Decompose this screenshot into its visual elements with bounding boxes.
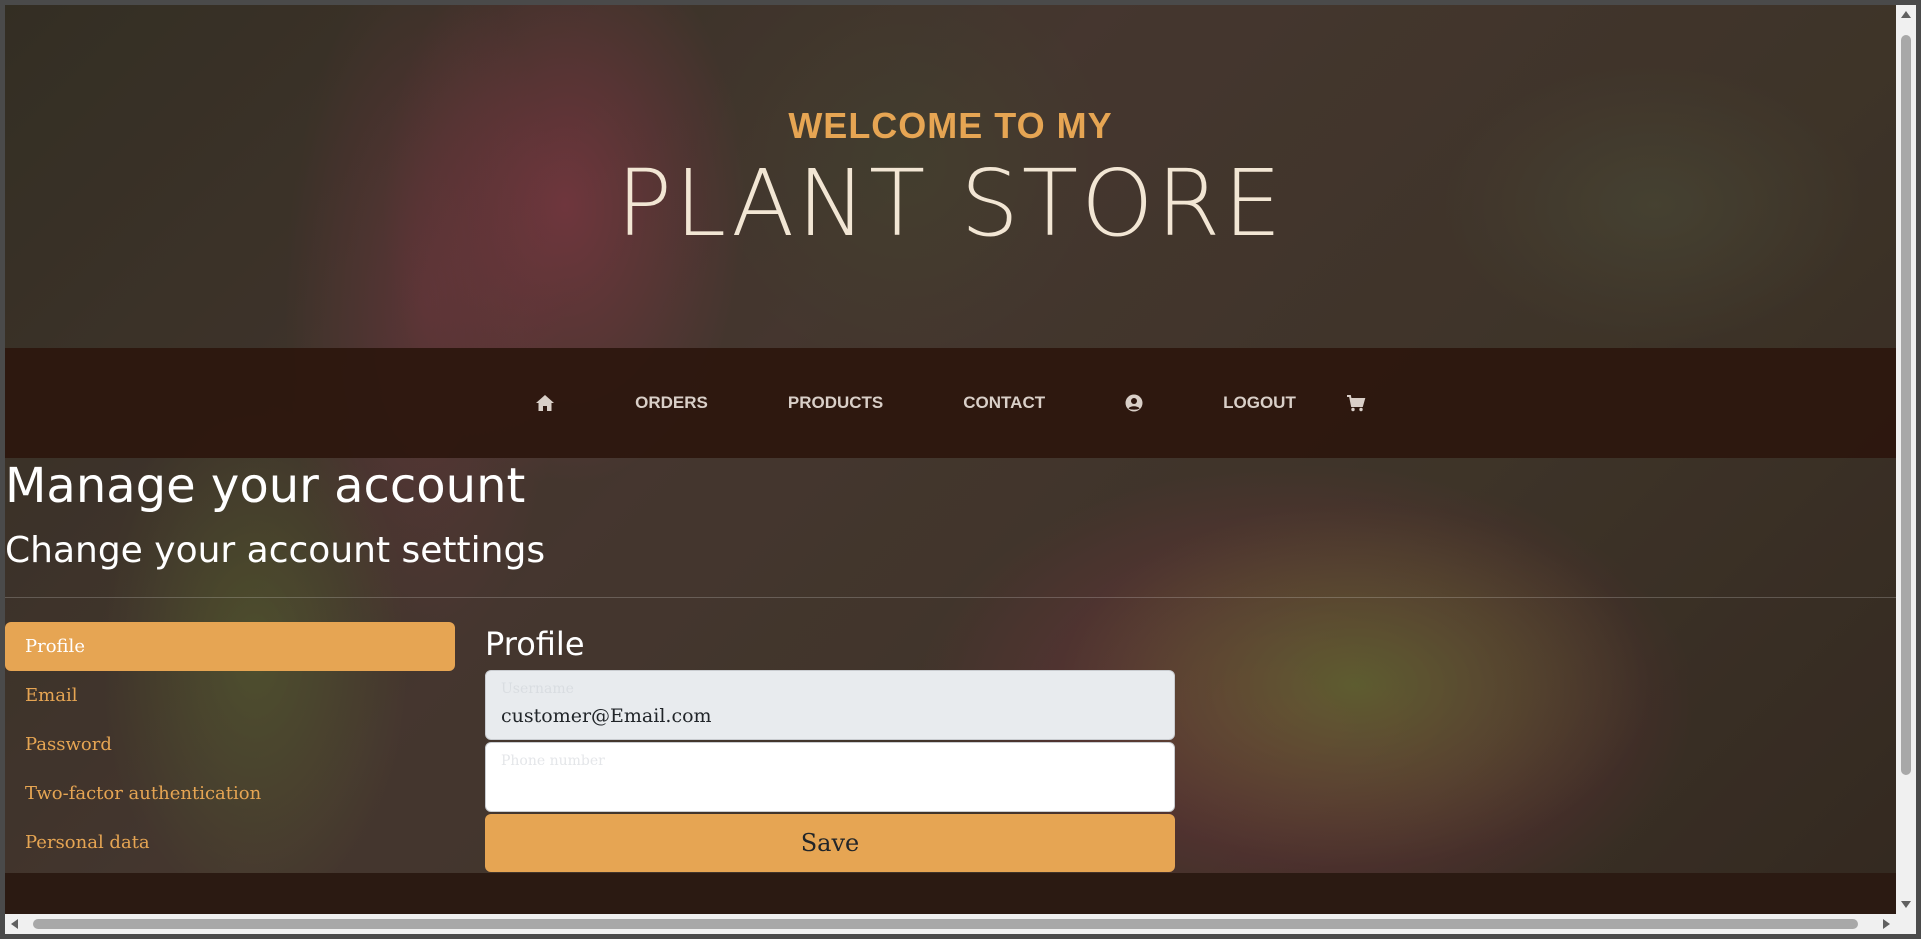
sidebar-item-profile[interactable]: Profile [5,622,455,671]
phone-number-field[interactable]: Phone number [485,742,1175,812]
hero-title: PLANT STORE [616,150,1285,257]
scroll-up-arrow-icon[interactable] [1901,11,1911,18]
nav-contact-link[interactable]: CONTACT [963,393,1045,413]
footer [5,873,1896,913]
scrollbar-corner [1896,914,1916,934]
scroll-right-arrow-icon[interactable] [1883,919,1890,929]
browser-viewport: WELCOME TO MY PLANT STORE ORDERS PRODUCT… [5,5,1916,934]
sidebar-item-personal-data[interactable]: Personal data [5,818,455,867]
vertical-scrollbar-thumb[interactable] [1901,35,1911,775]
page-subtitle: Change your account settings [5,530,546,571]
phone-number-label: Phone number [501,753,605,769]
nav-home-link[interactable] [535,394,555,412]
nav-orders-link[interactable]: ORDERS [635,393,708,413]
main-navbar: ORDERS PRODUCTS CONTACT LOGOUT [5,348,1896,458]
username-value: customer@Email.com [501,705,712,727]
nav-logout-link[interactable]: LOGOUT [1223,393,1296,413]
save-button[interactable]: Save [485,814,1175,872]
scroll-left-arrow-icon[interactable] [11,919,18,929]
username-field[interactable]: Username customer@Email.com [485,670,1175,740]
nav-cart-link[interactable] [1346,394,1366,412]
shopping-cart-icon [1346,394,1366,412]
horizontal-scrollbar[interactable] [5,914,1896,934]
sidebar-item-password[interactable]: Password [5,720,455,769]
sidebar-item-email[interactable]: Email [5,671,455,720]
account-main: Manage your account Change your account … [5,458,1896,873]
hero-banner: WELCOME TO MY PLANT STORE [5,5,1896,348]
nav-account-link[interactable] [1125,394,1143,412]
scroll-down-arrow-icon[interactable] [1901,901,1911,908]
home-icon [535,394,555,412]
hero-subtitle: WELCOME TO MY [788,105,1113,146]
sidebar-item-two-factor[interactable]: Two-factor authentication [5,769,455,818]
account-sidebar: Profile Email Password Two-factor authen… [5,622,455,867]
username-label: Username [501,681,574,697]
user-circle-icon [1125,394,1143,412]
page-title: Manage your account [5,458,526,514]
nav-products-link[interactable]: PRODUCTS [788,393,883,413]
profile-form: Profile Username customer@Email.com Phon… [485,622,1175,872]
vertical-scrollbar[interactable] [1896,5,1916,914]
divider [5,597,1896,598]
horizontal-scrollbar-thumb[interactable] [33,919,1858,929]
profile-form-title: Profile [485,625,585,663]
